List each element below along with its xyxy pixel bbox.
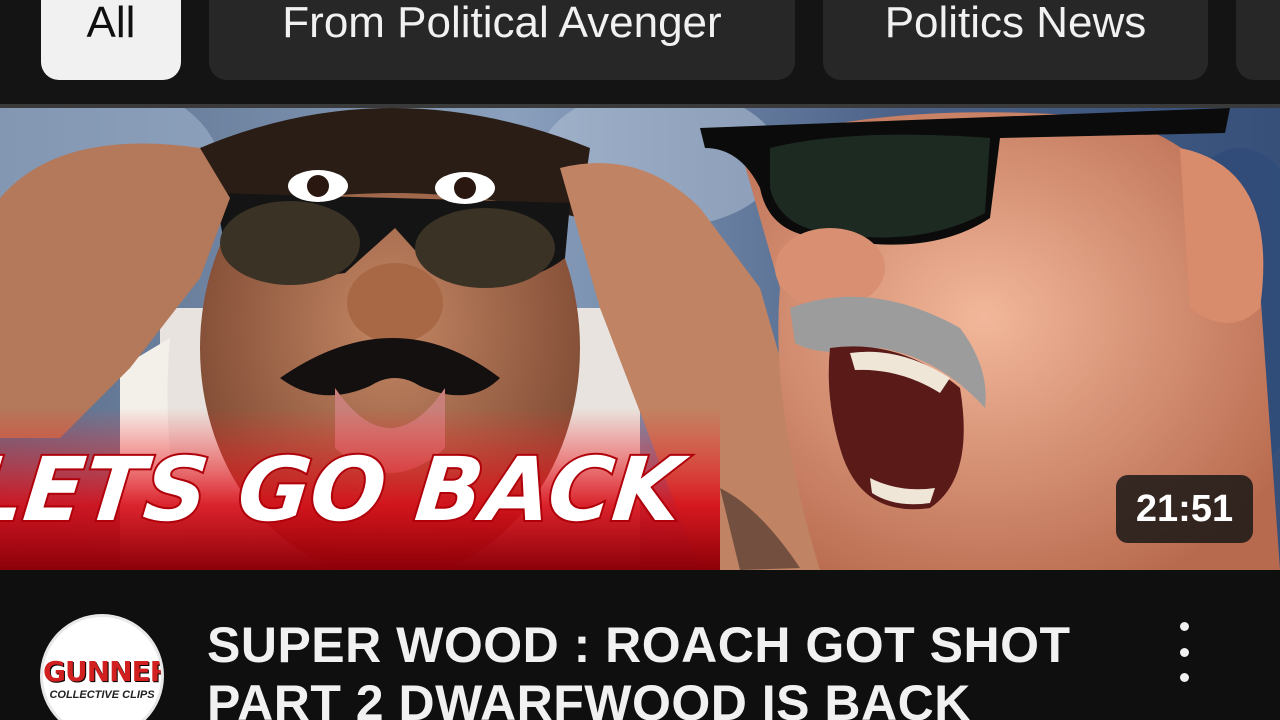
video-title[interactable]: SUPER WOOD : ROACH GOT SHOT PART 2 DWARF… — [207, 616, 1127, 720]
channel-avatar[interactable]: GUNNERZ COLLECTIVE CLIPS — [40, 614, 164, 720]
video-duration-badge: 21:51 — [1116, 475, 1253, 543]
video-thumbnail[interactable]: LETS GO BACK — [0, 108, 1280, 570]
filter-chip-bar: All From Political Avenger Politics News — [0, 0, 1280, 106]
chip-politics-news[interactable]: Politics News — [823, 0, 1208, 80]
avatar-logo-subtext: COLLECTIVE CLIPS — [49, 689, 155, 701]
kebab-dot — [1179, 673, 1189, 682]
kebab-dot — [1179, 647, 1189, 657]
video-meta-row: GUNNERZ COLLECTIVE CLIPS SUPER WOOD : RO… — [0, 570, 1280, 720]
chip-partial[interactable] — [1236, 0, 1280, 80]
thumbnail-caption: LETS GO BACK — [0, 438, 692, 541]
avatar-logo-text: GUNNERZ — [43, 655, 161, 688]
more-vertical-icon[interactable] — [1166, 622, 1202, 682]
chip-all[interactable]: All — [41, 0, 181, 80]
thumbnail-caption-layer: LETS GO BACK — [0, 436, 694, 543]
chip-from-political-avenger[interactable]: From Political Avenger — [209, 0, 795, 80]
kebab-dot — [1179, 622, 1189, 631]
